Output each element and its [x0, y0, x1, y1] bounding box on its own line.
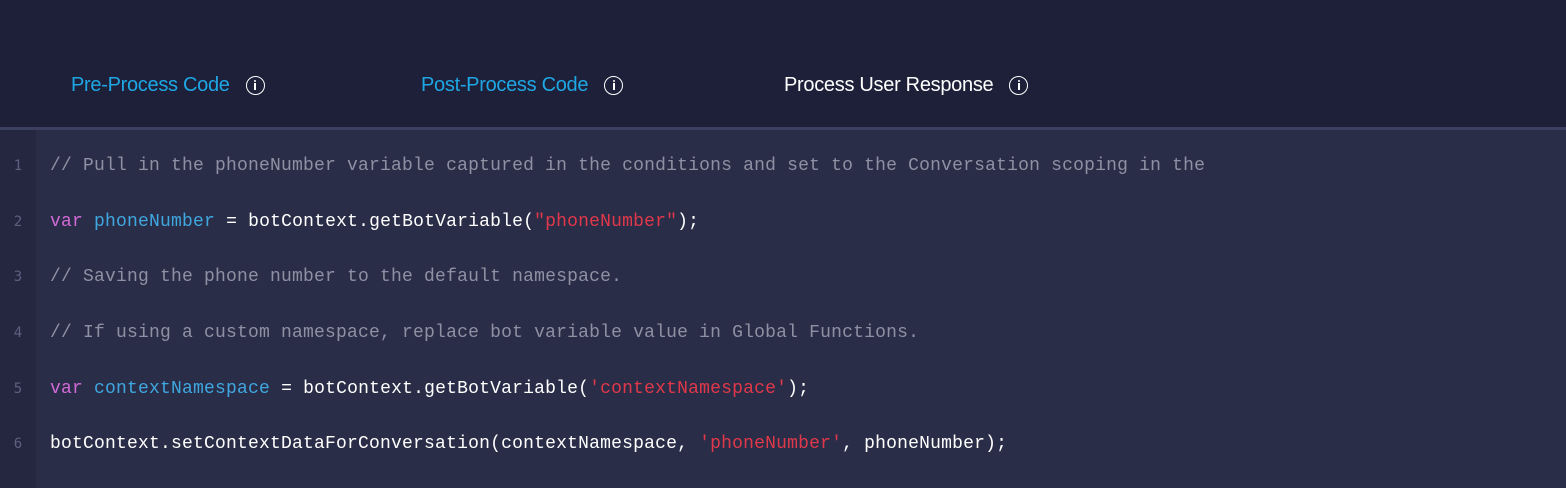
- code-token-kw: var: [50, 379, 84, 399]
- info-icon[interactable]: [245, 75, 265, 95]
- code-line[interactable]: 2 var phoneNumber = botContext.getBotVari…: [0, 207, 1566, 237]
- tab-label: Pre-Process Code: [71, 73, 230, 96]
- line-number: 4: [13, 325, 23, 341]
- tab-process-user-response[interactable]: Process User Response: [784, 70, 1029, 100]
- code-line[interactable]: 6 botContext.setContextDataForConversatio…: [0, 429, 1566, 459]
- code-token-plain: = botContext.getBotVariable(: [215, 212, 535, 232]
- code-token-var: contextNamespace: [94, 379, 271, 399]
- line-number: 5: [13, 381, 23, 397]
- code-token-str: "phoneNumber": [534, 212, 678, 232]
- code-line[interactable]: 5 var contextNamespace = botContext.getBo…: [0, 374, 1566, 404]
- tab-label: Process User Response: [784, 73, 994, 96]
- code-token-plain: );: [787, 379, 810, 399]
- code-token-str: 'phoneNumber': [699, 434, 843, 454]
- code-token-kw: var: [50, 212, 84, 232]
- code-text: // Pull in the phoneNumber variable capt…: [36, 156, 1205, 176]
- code-line[interactable]: 1 // Pull in the phoneNumber variable cap…: [0, 151, 1566, 181]
- info-icon[interactable]: [1009, 75, 1029, 95]
- code-editor[interactable]: 1 // Pull in the phoneNumber variable cap…: [0, 130, 1566, 488]
- code-token-plain: , phoneNumber);: [842, 434, 1008, 454]
- code-token-comment: // Saving the phone number to the defaul…: [50, 267, 623, 287]
- line-number: 3: [13, 269, 23, 285]
- code-token-str: 'contextNamespace': [589, 379, 788, 399]
- code-text: // If using a custom namespace, replace …: [36, 323, 919, 343]
- code-text: // Saving the phone number to the defaul…: [36, 267, 622, 287]
- code-token-var: phoneNumber: [94, 212, 216, 232]
- code-text: var phoneNumber = botContext.getBotVaria…: [36, 212, 699, 232]
- code-token-plain: );: [677, 212, 700, 232]
- code-line[interactable]: 3 // Saving the phone number to the defau…: [0, 262, 1566, 292]
- tab-pre-process-code[interactable]: Pre-Process Code: [71, 70, 265, 100]
- tab-post-process-code[interactable]: Post-Process Code: [421, 70, 624, 100]
- line-number: 2: [13, 214, 23, 230]
- code-token-comment: // If using a custom namespace, replace …: [50, 323, 920, 343]
- code-line[interactable]: 4 // If using a custom namespace, replace…: [0, 318, 1566, 348]
- code-text: var contextNamespace = botContext.getBot…: [36, 379, 809, 399]
- code-tabs-header: Pre-Process Code Post-Process Code Proce…: [0, 0, 1566, 130]
- code-token-comment: // Pull in the phoneNumber variable capt…: [50, 156, 1206, 176]
- line-number: 6: [13, 436, 23, 452]
- code-text: botContext.setContextDataForConversation…: [36, 434, 1007, 454]
- info-icon[interactable]: [604, 75, 624, 95]
- line-number: 1: [13, 158, 23, 174]
- code-token-plain: = botContext.getBotVariable(: [270, 379, 590, 399]
- tab-label: Post-Process Code: [421, 73, 589, 96]
- code-token-plain: botContext.setContextDataForConversation…: [50, 434, 700, 454]
